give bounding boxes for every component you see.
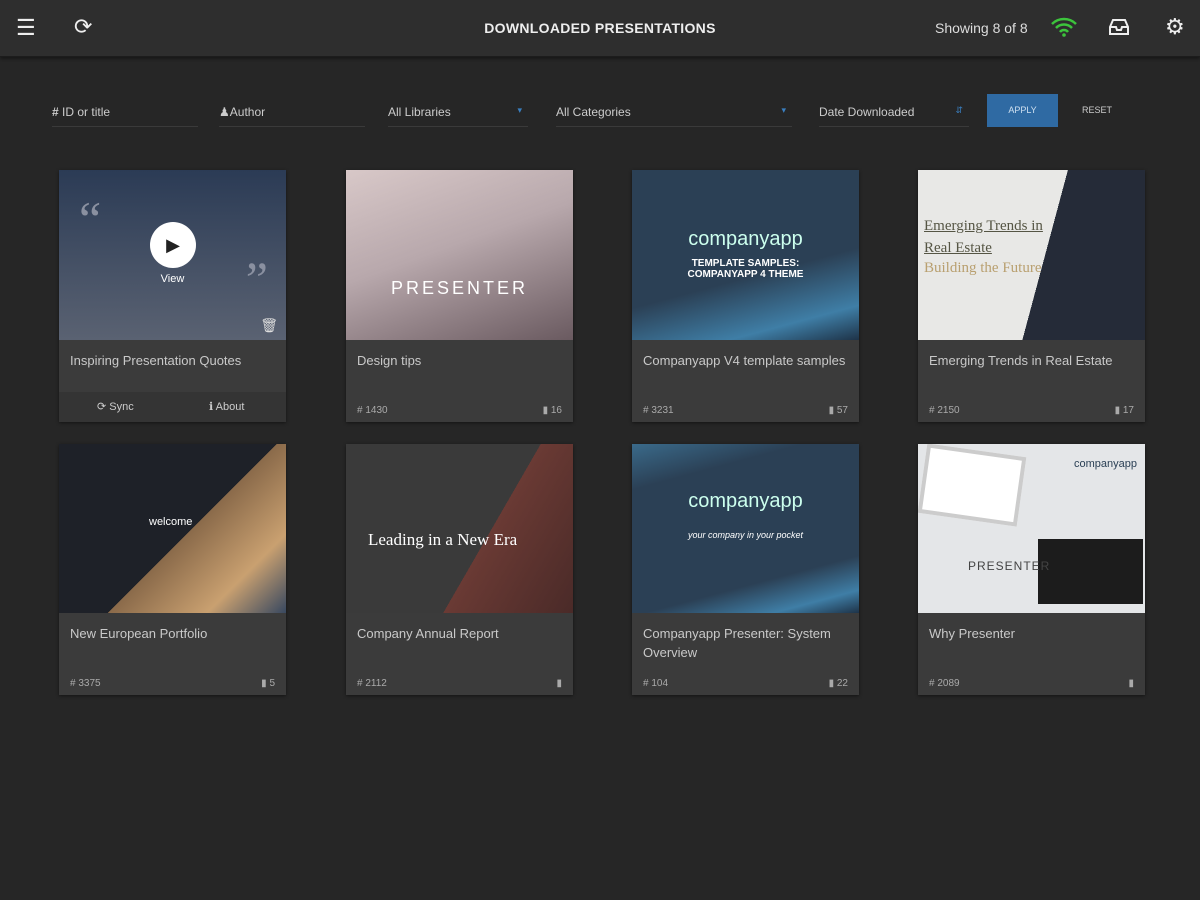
- page-count: ▮ 57: [828, 405, 848, 416]
- chevron-down-icon: ▾: [781, 105, 786, 115]
- page-count: ▮ 16: [542, 405, 562, 416]
- showing-count: Showing 8 of 8: [935, 20, 1028, 36]
- page-count: ▮ 5: [261, 678, 275, 689]
- id-title-input[interactable]: # ID or title: [52, 95, 198, 127]
- page-count: ▮: [1128, 678, 1134, 689]
- sort-value: Date Downloaded: [819, 105, 915, 119]
- pages-value: 16: [550, 405, 562, 416]
- view-label: View: [160, 273, 185, 285]
- wifi-icon: [1051, 17, 1077, 37]
- thumb-text: welcome: [149, 516, 193, 528]
- id-value: 2150: [937, 405, 960, 416]
- id-badge: # 2150: [929, 405, 960, 416]
- page-count: ▮: [556, 678, 562, 689]
- thumb-logo: companyapp: [1074, 458, 1137, 470]
- gear-icon[interactable]: ⚙: [1165, 16, 1185, 38]
- page-count: ▮ 17: [1114, 405, 1134, 416]
- tablet-image: [918, 444, 1027, 527]
- thumb-logo: companyapp: [688, 228, 803, 250]
- id-value: 2089: [937, 678, 960, 689]
- user-icon: ♟: [219, 105, 230, 119]
- card-title: Company Annual Report: [357, 626, 499, 641]
- chevron-down-icon: ▾: [517, 105, 522, 115]
- presentation-card[interactable]: companyapp PRESENTER Why Presenter # 208…: [918, 444, 1145, 695]
- id-badge: # 2089: [929, 678, 960, 689]
- trash-icon[interactable]: 🗑: [260, 317, 278, 334]
- pages-value: 17: [1122, 405, 1134, 416]
- id-value: 3375: [78, 678, 101, 689]
- inbox-icon[interactable]: [1108, 18, 1130, 36]
- page-count: ▮ 22: [828, 678, 848, 689]
- thumbnail[interactable]: companyapp TEMPLATE SAMPLES: COMPANYAPP …: [632, 170, 859, 340]
- about-label: About: [215, 401, 245, 413]
- quote-icon: “: [79, 191, 102, 247]
- pages-value: 5: [269, 678, 275, 689]
- id-badge: # 3375: [70, 678, 101, 689]
- thumb-text: TEMPLATE SAMPLES: COMPANYAPP 4 THEME: [687, 258, 804, 280]
- about-button[interactable]: ℹ About: [209, 400, 244, 413]
- thumb-text: your company in your pocket: [687, 530, 804, 540]
- thumb-text: PRESENTER: [390, 278, 529, 298]
- category-value: All Categories: [556, 105, 631, 119]
- id-value: 2112: [365, 678, 387, 689]
- sync-label: Sync: [109, 401, 134, 413]
- id-value: 1430: [365, 405, 388, 416]
- thumbnail[interactable]: companyapp your company in your pocket: [632, 444, 859, 613]
- card-title: Companyapp V4 template samples: [643, 353, 846, 368]
- library-value: All Libraries: [388, 105, 451, 119]
- sort-icon: ⇵: [955, 105, 963, 115]
- pages-value: 22: [836, 678, 848, 689]
- card-title: Inspiring Presentation Quotes: [70, 353, 242, 368]
- author-placeholder: Author: [229, 105, 266, 119]
- card-title: Why Presenter: [929, 626, 1015, 641]
- apply-button[interactable]: APPLY: [987, 94, 1058, 127]
- top-bar: ☰ ⟳ DOWNLOADED PRESENTATIONS Showing 8 o…: [0, 0, 1200, 57]
- presentation-card[interactable]: “ ” ▶ View 🗑 Inspiring Presentation Quot…: [59, 170, 286, 422]
- id-badge: # 3231: [643, 405, 674, 416]
- thumbnail[interactable]: companyapp PRESENTER: [918, 444, 1145, 613]
- thumbnail[interactable]: Leading in a New Era: [346, 444, 573, 613]
- pages-value: 57: [836, 405, 848, 416]
- thumb-text: Leading in a New Era: [368, 530, 518, 549]
- card-title: New European Portfolio: [70, 626, 208, 641]
- id-badge: # 2112: [357, 678, 387, 689]
- author-input[interactable]: ♟Author: [219, 95, 365, 127]
- presentation-card[interactable]: Leading in a New Era Company Annual Repo…: [346, 444, 573, 695]
- id-placeholder: ID or title: [62, 105, 111, 119]
- library-select[interactable]: All Libraries ▾: [388, 95, 528, 127]
- thumb-sub: Building the Future: [924, 260, 1042, 276]
- id-value: 104: [651, 678, 669, 689]
- card-title: Design tips: [357, 353, 422, 368]
- laptop-image: [1038, 539, 1143, 604]
- sort-select[interactable]: Date Downloaded ⇵: [819, 95, 969, 127]
- thumb-text: PRESENTER: [968, 559, 1051, 573]
- thumbnail[interactable]: PRESENTER: [346, 170, 573, 340]
- category-select[interactable]: All Categories ▾: [556, 95, 792, 127]
- presentation-card[interactable]: companyapp your company in your pocket C…: [632, 444, 859, 695]
- id-value: 3231: [651, 405, 674, 416]
- thumbnail[interactable]: “ ” ▶ View 🗑: [59, 170, 286, 340]
- thumbnail[interactable]: welcome: [59, 444, 286, 613]
- play-button[interactable]: ▶: [150, 222, 196, 268]
- id-badge: # 104: [643, 678, 669, 689]
- thumb-logo: companyapp: [688, 490, 803, 512]
- card-title: Emerging Trends in Real Estate: [929, 353, 1113, 368]
- presentation-card[interactable]: PRESENTER Design tips # 1430 ▮ 16: [346, 170, 573, 422]
- thumb-text: Emerging Trends in Real Estate: [924, 218, 1043, 256]
- sync-button[interactable]: ⟳ Sync: [97, 400, 134, 413]
- card-title: Companyapp Presenter: System Overview: [643, 626, 831, 660]
- presentation-card[interactable]: Emerging Trends in Real Estate Building …: [918, 170, 1145, 422]
- reset-button[interactable]: RESET: [1068, 94, 1126, 127]
- presentation-card[interactable]: welcome New European Portfolio # 3375 ▮ …: [59, 444, 286, 695]
- presentation-card[interactable]: companyapp TEMPLATE SAMPLES: COMPANYAPP …: [632, 170, 859, 422]
- id-badge: # 1430: [357, 405, 388, 416]
- thumbnail[interactable]: Emerging Trends in Real Estate Building …: [918, 170, 1145, 340]
